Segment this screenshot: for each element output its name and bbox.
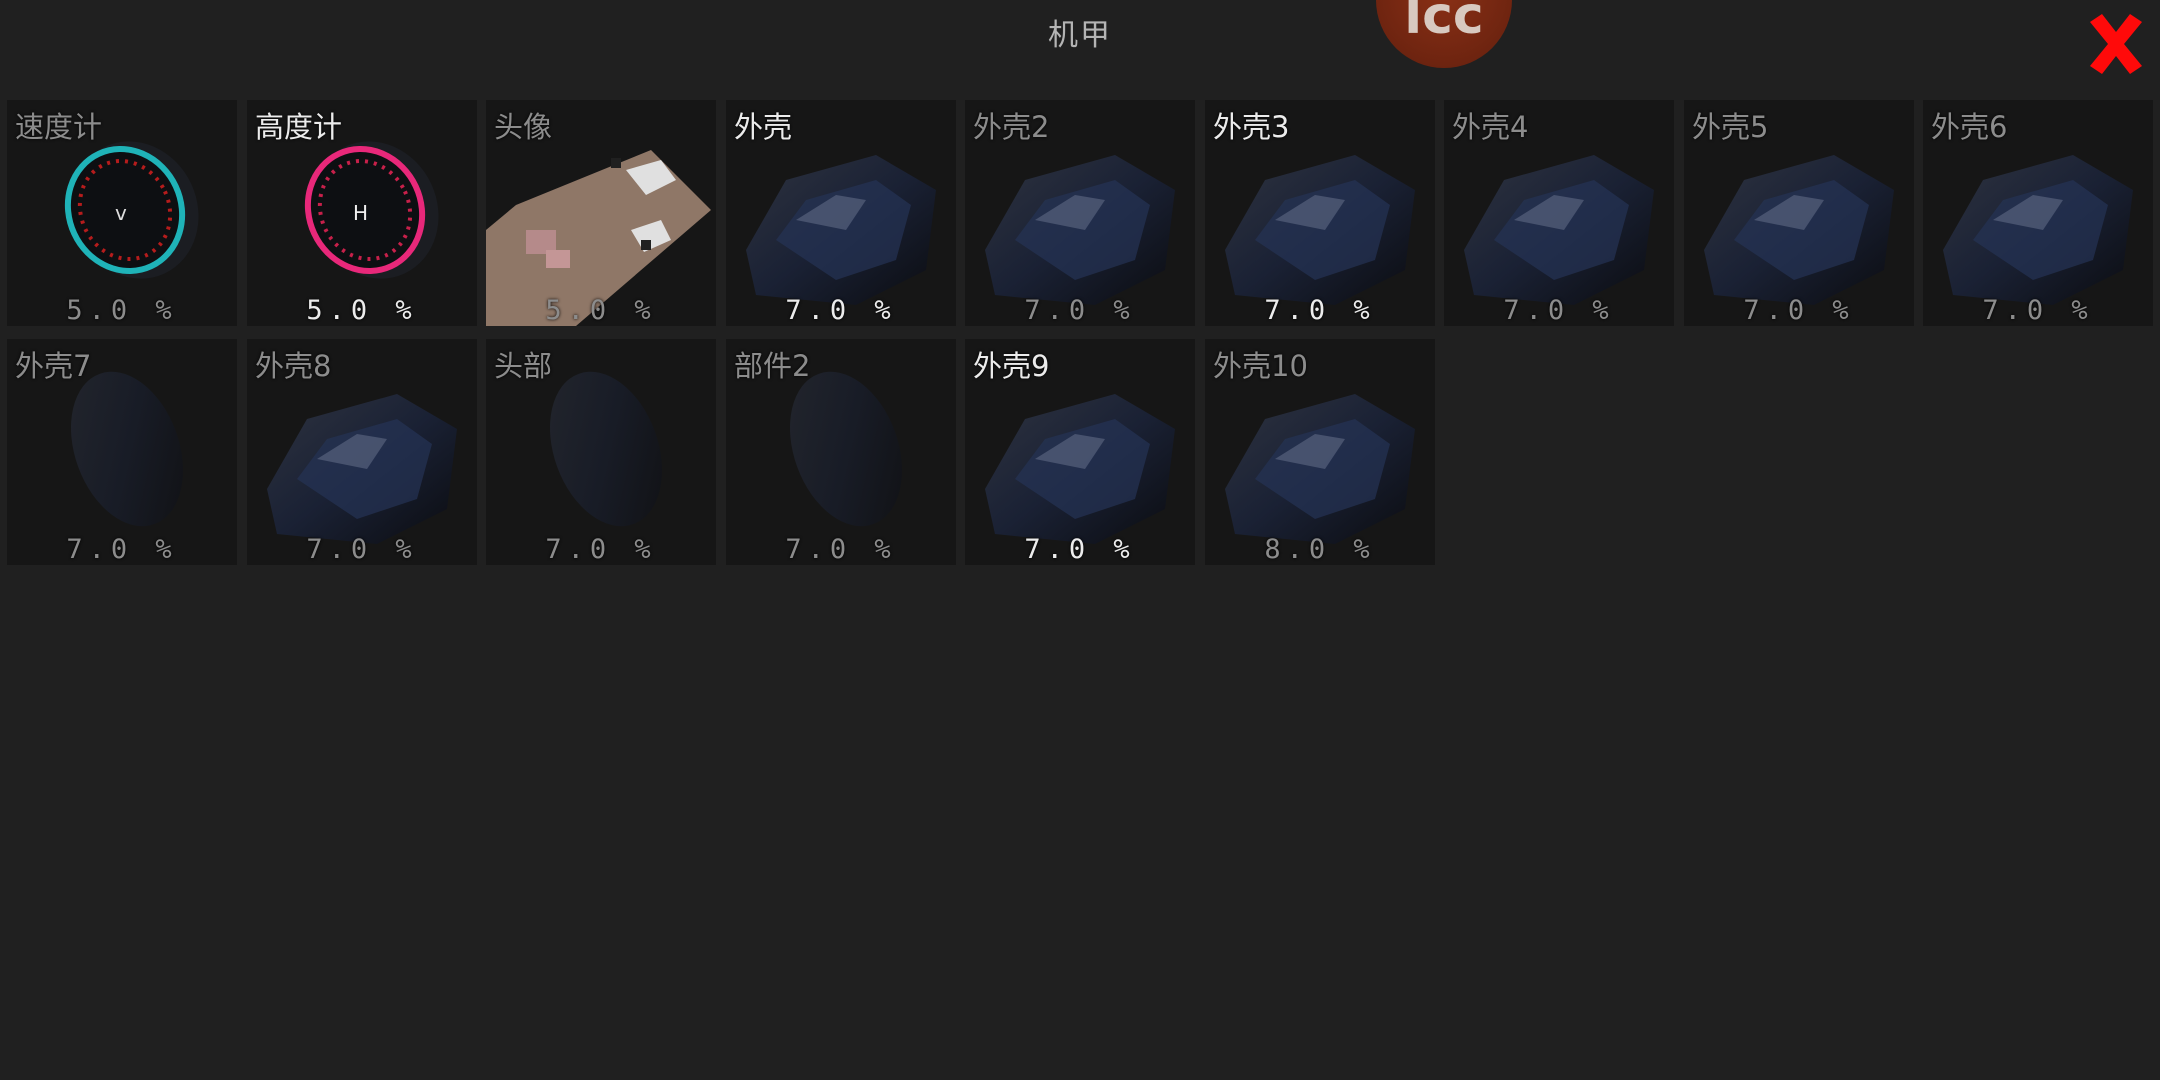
part-name: 速度计 (15, 110, 103, 144)
part-percent: 7.0 % (785, 295, 897, 326)
part-percent: 5.0 % (545, 295, 657, 326)
part-tile[interactable]: 外壳3 7.0 % (1205, 100, 1435, 326)
part-name: 头像 (494, 110, 553, 144)
part-name: 外壳4 (1452, 110, 1529, 144)
part-tile[interactable]: 外壳 7.0 % (726, 100, 956, 326)
part-name: 外壳2 (973, 110, 1050, 144)
part-percent: 7.0 % (545, 534, 657, 565)
part-percent: 7.0 % (1024, 534, 1136, 565)
part-percent: 5.0 % (66, 295, 178, 326)
part-percent: 7.0 % (1024, 295, 1136, 326)
part-name: 部件2 (734, 349, 811, 383)
part-tile[interactable]: 外壳9 7.0 % (965, 339, 1195, 565)
part-tile[interactable]: 外壳10 8.0 % (1205, 339, 1435, 565)
part-tile[interactable]: 部件2 7.0 % (726, 339, 956, 565)
part-tile[interactable]: 外壳4 7.0 % (1444, 100, 1674, 326)
part-tile[interactable]: 外壳5 7.0 % (1684, 100, 1914, 326)
close-icon[interactable] (2080, 8, 2152, 80)
svg-text:v: v (115, 201, 127, 225)
svg-text:H: H (353, 201, 368, 225)
part-tile[interactable]: 外壳7 7.0 % (7, 339, 237, 565)
part-percent: 5.0 % (306, 295, 418, 326)
part-percent: 7.0 % (1982, 295, 2094, 326)
part-tile[interactable]: 外壳2 7.0 % (965, 100, 1195, 326)
part-name: 外壳7 (15, 349, 92, 383)
part-name: 外壳 (734, 110, 793, 144)
part-tile[interactable]: H 高度计 5.0 % (247, 100, 477, 326)
part-tile[interactable]: 外壳6 7.0 % (1923, 100, 2153, 326)
part-tile[interactable]: 头部 7.0 % (486, 339, 716, 565)
part-name: 外壳6 (1931, 110, 2008, 144)
page-title: 机甲 (1048, 18, 1112, 53)
part-name: 外壳8 (255, 349, 332, 383)
part-tile[interactable]: 外壳8 7.0 % (247, 339, 477, 565)
part-tile[interactable]: v 速度计 5.0 % (7, 100, 237, 326)
part-percent: 7.0 % (1743, 295, 1855, 326)
part-percent: 7.0 % (1503, 295, 1615, 326)
part-percent: 7.0 % (1264, 295, 1376, 326)
part-tile[interactable]: 头像 5.0 % (486, 100, 716, 326)
part-percent: 8.0 % (1264, 534, 1376, 565)
part-name: 外壳9 (973, 349, 1050, 383)
part-percent: 7.0 % (785, 534, 897, 565)
part-name: 头部 (494, 349, 553, 383)
part-name: 外壳3 (1213, 110, 1290, 144)
part-name: 高度计 (255, 110, 343, 144)
part-name: 外壳10 (1213, 349, 1308, 383)
parts-screen: lcc 机甲 v 速度计 5.0 % H 高度计 5.0 % 头像 5.0 % … (0, 0, 2160, 1080)
part-percent: 7.0 % (306, 534, 418, 565)
part-name: 外壳5 (1692, 110, 1769, 144)
part-percent: 7.0 % (66, 534, 178, 565)
